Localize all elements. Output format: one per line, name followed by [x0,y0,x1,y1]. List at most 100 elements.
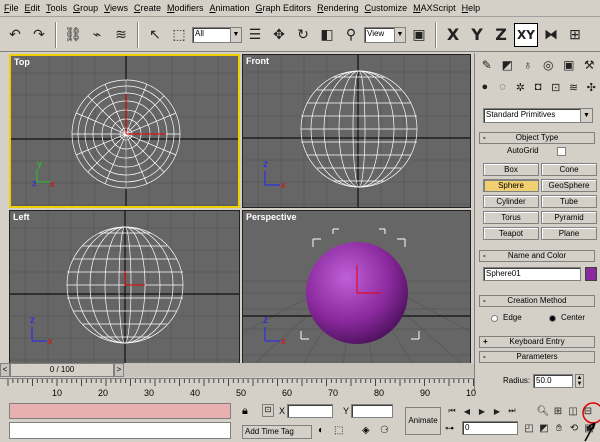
undo-icon[interactable]: ↶ [4,23,26,47]
lock-icon[interactable]: 🔒︎ [242,405,248,418]
spinner-snap-icon[interactable]: ⚆ [380,425,389,436]
animate-button[interactable]: Animate [405,407,441,435]
next-frame-arrow-icon[interactable]: > [114,363,124,377]
time-slider[interactable]: < 0 / 100 > [0,363,474,377]
restrict-x-button[interactable]: X [442,23,464,47]
add-time-tag-button[interactable]: Add Time Tag [242,425,312,439]
menu-item[interactable]: File [4,3,19,13]
scale-icon[interactable]: ◧ [316,23,338,47]
menu-item[interactable]: Create [134,3,161,13]
restrict-xy-button[interactable]: XY [514,22,538,47]
go-to-end-icon[interactable]: ⏭ [505,404,519,418]
creation-method-rollout[interactable]: - Creation Method [479,295,595,307]
coord-y-input[interactable] [351,404,393,418]
modify-tab-icon[interactable]: ◩ [498,55,518,75]
time-slider-thumb[interactable]: 0 / 100 [10,363,114,377]
select-by-name-icon[interactable]: ☰ [244,23,266,47]
mirror-icon[interactable]: ⧓ [540,23,562,47]
menu-item[interactable]: Edit [25,3,41,13]
primitive-button-geosphere[interactable]: GeoSphere [541,179,597,192]
viewport-label[interactable]: Left [13,212,30,222]
viewport-label[interactable]: Top [14,57,30,67]
select-object-icon[interactable]: ↖ [144,23,166,47]
display-tab-icon[interactable]: ▣ [559,55,579,75]
primitive-button-cylinder[interactable]: Cylinder [483,195,539,208]
region-select-icon[interactable]: ⬚ [168,23,190,47]
geometry-icon[interactable]: ● [477,79,493,95]
primitive-button-sphere[interactable]: Sphere [483,179,539,192]
lights-icon[interactable]: ✲ [512,79,528,95]
align-icon[interactable]: ⊞ [564,23,586,47]
viewport-label[interactable]: Perspective [246,212,297,222]
current-frame-input[interactable]: 0 [462,421,518,435]
object-type-rollout[interactable]: - Object Type [479,132,595,144]
prev-frame-arrow-icon[interactable]: < [0,363,10,377]
move-icon[interactable]: ✥ [268,23,290,47]
viewport-front[interactable]: z x Front [242,54,471,208]
play-icon[interactable]: ▶ [475,404,489,418]
track-bar[interactable]: 10 20 30 40 50 60 70 80 90 10 [0,378,476,401]
rotate-icon[interactable]: ↻ [292,23,314,47]
menu-item[interactable]: Rendering [317,3,359,13]
name-and-color-rollout[interactable]: - Name and Color [479,250,595,262]
viewport-top[interactable]: y z x Top [9,54,240,208]
restrict-z-button[interactable]: Z [490,23,512,47]
systems-icon[interactable]: ✣ [583,79,599,95]
coord-x-input[interactable] [287,404,333,418]
primitive-button-torus[interactable]: Torus [483,211,539,224]
radius-spinner[interactable]: ▲ ▼ [575,374,584,388]
menu-item[interactable]: Help [462,3,481,13]
menu-item[interactable]: Customize [365,3,408,13]
zoom-icon[interactable]: 🔍︎ [536,404,550,418]
selection-filter-dropdown[interactable]: All ▼ [192,26,242,43]
manipulate-icon[interactable]: ⚲ [340,23,362,47]
utilities-tab-icon[interactable]: ⚒ [580,55,600,75]
unlink-icon[interactable]: ⌁ [86,23,108,47]
field-of-view-icon[interactable]: ◩ [537,421,551,435]
prev-frame-icon[interactable]: ◀ [460,404,474,418]
bind-space-warp-icon[interactable]: ≋ [110,23,132,47]
keyboard-entry-rollout[interactable]: + Keyboard Entry [479,336,595,348]
angle-snap-icon[interactable]: ⬚ [334,425,343,436]
go-to-start-icon[interactable]: ⏮ [445,404,459,418]
redo-icon[interactable]: ↷ [28,23,50,47]
menu-item[interactable]: Modifiers [167,3,204,13]
object-name-input[interactable]: Sphere01 [483,267,581,281]
primitive-button-cone[interactable]: Cone [541,163,597,176]
menu-item[interactable]: Tools [46,3,67,13]
motion-tab-icon[interactable]: ◎ [539,55,559,75]
autogrid-checkbox[interactable] [557,147,566,156]
menu-item[interactable]: Views [104,3,128,13]
object-color-swatch[interactable] [585,267,597,281]
hierarchy-tab-icon[interactable]: ♁ [518,55,538,75]
menu-item[interactable]: Group [73,3,98,13]
primitive-button-teapot[interactable]: Teapot [483,227,539,240]
primitive-button-pyramid[interactable]: Pyramid [541,211,597,224]
center-radio[interactable]: Center [549,313,594,325]
menu-item[interactable]: Animation [209,3,249,13]
percent-snap-icon[interactable]: ◈ [362,425,370,436]
category-dropdown[interactable]: Standard Primitives ▼ [483,108,593,123]
key-mode-icon[interactable]: ⊶ [445,423,454,434]
region-zoom-icon[interactable]: ◰ [522,421,536,435]
edge-radio[interactable]: Edge [491,313,536,325]
primitive-button-tube[interactable]: Tube [541,195,597,208]
pivot-center-icon[interactable]: ▣ [408,23,430,47]
viewport-left[interactable]: z x Left [9,210,240,364]
reference-coord-dropdown[interactable]: View ▼ [364,26,406,43]
maxscript-listener-mini[interactable] [9,403,231,419]
helpers-icon[interactable]: ⊡ [548,79,564,95]
primitive-button-box[interactable]: Box [483,163,539,176]
cameras-icon[interactable]: ◘ [530,79,546,95]
restrict-y-button[interactable]: Y [466,23,488,47]
viewport-label[interactable]: Front [246,56,269,66]
transform-mode-icon[interactable]: ⊡ [262,404,274,417]
next-frame-icon[interactable]: ▶ [490,404,504,418]
snap-toggle-icon[interactable]: ◐ [318,425,324,436]
primitive-button-plane[interactable]: Plane [541,227,597,240]
menu-item[interactable]: MAXScript [413,3,456,13]
radius-input[interactable]: 50.0 [533,374,573,388]
parameters-rollout[interactable]: - Parameters [479,351,595,363]
menu-item[interactable]: Graph Editors [256,3,312,13]
space-warps-icon[interactable]: ≋ [566,79,582,95]
